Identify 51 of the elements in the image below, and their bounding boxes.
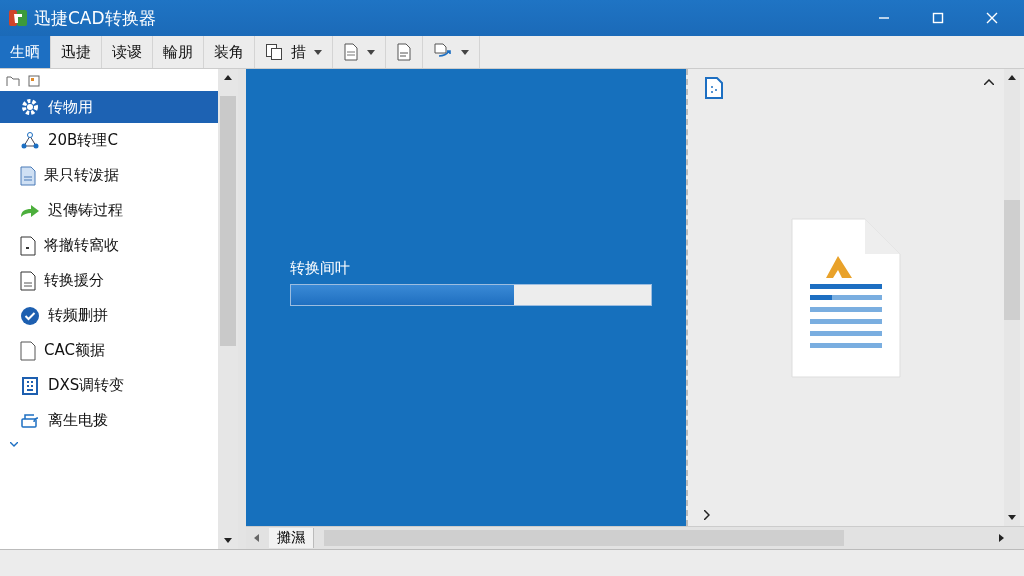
progress-label: 转换间叶 — [290, 259, 351, 278]
sidebar-item[interactable]: CAC额据 — [0, 333, 218, 368]
arrow-icon — [20, 202, 40, 219]
scrollbar[interactable] — [1004, 69, 1020, 526]
caret-icon[interactable] — [367, 49, 375, 55]
app-logo-icon — [8, 8, 28, 28]
menu-tab[interactable]: 生晒 — [0, 36, 51, 68]
sidebar-item[interactable]: 离生电拨 — [0, 403, 218, 438]
menu-tab[interactable]: 装角 — [204, 36, 255, 68]
scroll-down-icon[interactable] — [1008, 515, 1016, 520]
sidebar-item[interactable]: 迟傳铸过程 — [0, 193, 218, 228]
caret-icon[interactable] — [314, 49, 322, 55]
sidebar-item[interactable]: 将撤转窩收 — [0, 228, 218, 263]
document-icon[interactable] — [396, 43, 412, 61]
chevron-down-icon[interactable] — [10, 442, 18, 447]
maximize-icon[interactable] — [932, 12, 944, 24]
scroll-left-icon[interactable] — [254, 534, 259, 542]
sidebar-item[interactable]: DXS调转变 — [0, 368, 218, 403]
scroll-up-icon[interactable] — [1008, 75, 1016, 80]
document-icon[interactable] — [343, 43, 359, 61]
document-icon — [20, 235, 36, 256]
sidebar-item[interactable]: 转换援分 — [0, 263, 218, 298]
document-icon[interactable] — [704, 77, 724, 99]
image-icon[interactable] — [28, 75, 40, 87]
scroll-down-icon[interactable] — [224, 538, 232, 543]
scroll-right-icon[interactable] — [999, 534, 1004, 542]
sidebar-item[interactable]: 20B转理C — [0, 123, 218, 158]
toolbar-label[interactable]: 措 — [291, 42, 306, 62]
scroll-up-icon[interactable] — [224, 75, 232, 80]
folder-icon[interactable] — [6, 75, 20, 87]
chevron-right-icon[interactable] — [704, 510, 710, 520]
sidebar-item[interactable]: 传物用 — [0, 91, 218, 123]
scrollbar[interactable] — [218, 69, 238, 549]
sidebar-item[interactable]: 果只转泼据 — [0, 158, 218, 193]
menu-tab[interactable]: 迅捷 — [51, 36, 102, 68]
checkmark-icon — [20, 305, 40, 326]
sheet-tab[interactable]: 攤濕 — [269, 528, 314, 548]
nodes-icon — [20, 130, 40, 151]
sidebar-item[interactable]: 转频删拼 — [0, 298, 218, 333]
copy-icon[interactable] — [265, 43, 283, 61]
window-title: 迅捷CAD转换器 — [34, 6, 156, 30]
caret-icon[interactable] — [461, 49, 469, 55]
menu-tab[interactable]: 輪朋 — [153, 36, 204, 68]
gear-icon — [20, 97, 40, 117]
document-icon — [20, 165, 36, 186]
document-icon — [20, 340, 36, 361]
chevron-up-icon[interactable] — [984, 79, 994, 85]
menu-tab[interactable]: 读谡 — [102, 36, 153, 68]
close-icon[interactable] — [986, 12, 998, 24]
frame-icon — [20, 375, 40, 396]
document-icon — [20, 270, 36, 291]
